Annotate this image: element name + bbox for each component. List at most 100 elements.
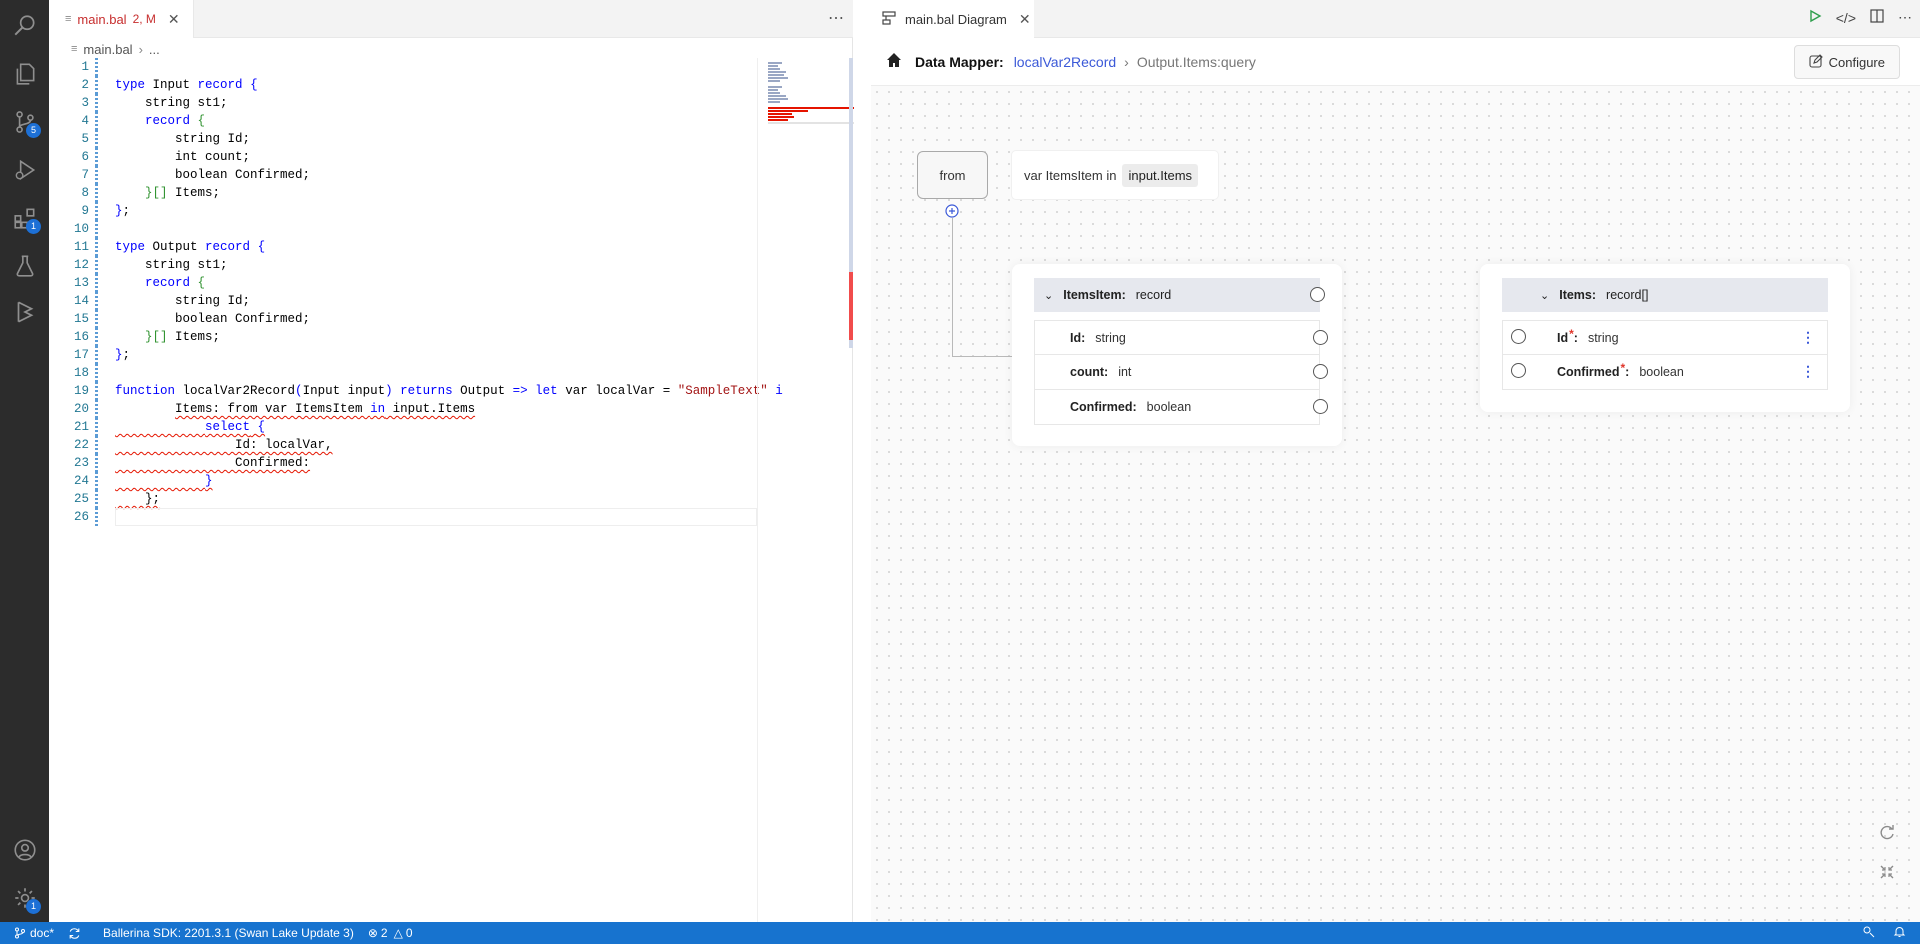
git-modified-marker	[95, 418, 98, 436]
more-actions-icon[interactable]: ⋯	[1898, 9, 1912, 26]
code-line[interactable]: 1	[49, 58, 757, 76]
code-line[interactable]: 6 int count;	[49, 148, 757, 166]
breadcrumb-function[interactable]: localVar2Record	[1014, 54, 1116, 70]
code-line[interactable]: 15 boolean Confirmed;	[49, 310, 757, 328]
refresh-icon[interactable]	[1873, 818, 1901, 846]
input-card-name: ItemsItem:	[1063, 288, 1126, 302]
git-modified-marker	[95, 436, 98, 454]
code-line[interactable]: 10	[49, 220, 757, 238]
code-line[interactable]: 8 }[] Items;	[49, 184, 757, 202]
code-line[interactable]: 20 Items: from var ItemsItem in input.It…	[49, 400, 757, 418]
code-line[interactable]: 3 string st1;	[49, 94, 757, 112]
problems-status[interactable]: ⊗ 2 △ 0	[368, 926, 413, 940]
from-expression[interactable]: var ItemsItem in input.Items	[1012, 151, 1218, 199]
code-line[interactable]: 12 string st1;	[49, 256, 757, 274]
code-line[interactable]: 11 type Output record {	[49, 238, 757, 256]
input-field-port[interactable]	[1313, 399, 1328, 414]
code-line[interactable]: 17};	[49, 346, 757, 364]
chevron-down-icon[interactable]: ⌄	[1044, 289, 1053, 302]
settings-gear-icon[interactable]: 1	[0, 876, 49, 920]
extensions-icon[interactable]: 1	[0, 196, 49, 240]
input-field-port[interactable]	[1313, 364, 1328, 379]
code-line[interactable]: 23 Confirmed:	[49, 454, 757, 472]
code-line[interactable]: 2 type Input record {	[49, 76, 757, 94]
search-icon[interactable]	[0, 4, 49, 48]
git-modified-marker	[95, 76, 98, 94]
field-menu-icon[interactable]: ⋮	[1801, 363, 1815, 380]
breadcrumb-more[interactable]: ...	[149, 42, 160, 57]
notifications-bell-icon[interactable]	[1893, 925, 1906, 941]
fit-screen-icon[interactable]	[1873, 858, 1901, 886]
output-field-row: Confirmed*: boolean ⋮	[1502, 355, 1828, 390]
editor-tab-bar: ≡ main.bal 2, M ✕ ⋯	[49, 0, 853, 38]
code-area[interactable]: 1 2 type Input record {3 string st1; 4 reco…	[49, 58, 783, 922]
code-text: int count;	[115, 150, 251, 164]
code-line[interactable]: 9};	[49, 202, 757, 220]
data-mapper-header: Data Mapper: localVar2Record › Output.It…	[871, 38, 1920, 86]
code-line[interactable]: 4 record {	[49, 112, 757, 130]
field-menu-icon[interactable]: ⋮	[1801, 329, 1815, 346]
code-line[interactable]: 7 boolean Confirmed;	[49, 166, 757, 184]
line-number: 3	[81, 96, 89, 110]
code-line[interactable]: 16 }[] Items;	[49, 328, 757, 346]
split-editor-icon[interactable]	[1870, 9, 1884, 26]
code-line[interactable]: 24 }	[49, 472, 757, 490]
code-text: select {	[205, 420, 266, 434]
close-icon[interactable]: ✕	[168, 11, 180, 28]
home-icon[interactable]	[885, 51, 903, 72]
code-line[interactable]: 21 select {	[49, 418, 757, 436]
input-card-port[interactable]	[1310, 287, 1325, 302]
code-line[interactable]: 5 string Id;	[49, 130, 757, 148]
from-clause-node[interactable]: from	[917, 151, 988, 199]
data-mapper-canvas[interactable]: from var ItemsItem in input.Items ⌄ Item…	[871, 86, 1920, 922]
code-line[interactable]: 14 string Id;	[49, 292, 757, 310]
tab-main-bal-diagram[interactable]: main.bal Diagram ✕	[871, 0, 1034, 38]
ballerina-icon[interactable]	[0, 290, 49, 334]
source-control-icon[interactable]: 5	[0, 100, 49, 144]
branch-status[interactable]: doc*	[14, 926, 54, 940]
source-control-badge: 5	[26, 123, 41, 138]
code-line[interactable]: 13 record {	[49, 274, 757, 292]
configure-button[interactable]: Configure	[1793, 45, 1900, 79]
sdk-status[interactable]: Ballerina SDK: 2201.3.1 (Swan Lake Updat…	[103, 926, 354, 940]
output-field-port[interactable]	[1511, 329, 1526, 344]
code-line[interactable]: 18	[49, 364, 757, 382]
from-expression-prefix: var ItemsItem in	[1024, 167, 1117, 183]
minimap[interactable]	[757, 58, 854, 922]
diagram-actions: </> ⋯	[1808, 9, 1912, 26]
output-card-header[interactable]: ⌄ Items: record[]	[1502, 278, 1828, 312]
git-modified-marker	[95, 400, 98, 418]
chevron-down-icon[interactable]: ⌄	[1540, 289, 1549, 302]
code-text: record {	[145, 114, 206, 128]
more-actions-icon[interactable]: ⋯	[828, 8, 845, 28]
run-icon[interactable]	[1808, 9, 1822, 26]
feedback-icon[interactable]	[1862, 925, 1875, 941]
code-line[interactable]: 26	[49, 508, 757, 526]
show-source-icon[interactable]: </>	[1836, 10, 1856, 26]
git-modified-marker	[95, 364, 98, 382]
tab-main-bal[interactable]: ≡ main.bal 2, M ✕	[49, 0, 194, 38]
chevron-right-icon: ›	[1124, 53, 1129, 70]
code-line[interactable]: 19 function localVar2Record(Input input) …	[49, 382, 783, 400]
testing-flask-icon[interactable]	[0, 244, 49, 288]
code-editor: ≡ main.bal 2, M ✕ ⋯ ≡ main.bal › ... 12t…	[49, 0, 854, 922]
from-expression-source[interactable]: input.Items	[1122, 163, 1199, 187]
explorer-icon[interactable]	[0, 52, 49, 96]
line-number: 26	[73, 510, 89, 524]
input-card-header[interactable]: ⌄ ItemsItem: record	[1034, 278, 1325, 312]
run-debug-icon[interactable]	[0, 148, 49, 192]
data-mapper-title: Data Mapper:	[915, 53, 1004, 70]
connector-line	[952, 356, 1012, 357]
line-number: 14	[73, 294, 89, 308]
sync-icon[interactable]	[68, 927, 81, 940]
git-modified-marker	[95, 508, 98, 526]
git-modified-marker	[95, 166, 98, 184]
input-field-row: Confirmed: boolean	[1034, 390, 1328, 425]
code-line[interactable]: 25 };	[49, 490, 757, 508]
input-field-port[interactable]	[1313, 330, 1328, 345]
code-line[interactable]: 22 Id: localVar,	[49, 436, 757, 454]
breadcrumb-file[interactable]: main.bal	[83, 42, 132, 57]
account-icon[interactable]	[0, 828, 49, 872]
close-icon[interactable]: ✕	[1019, 11, 1031, 28]
output-field-port[interactable]	[1511, 363, 1526, 378]
